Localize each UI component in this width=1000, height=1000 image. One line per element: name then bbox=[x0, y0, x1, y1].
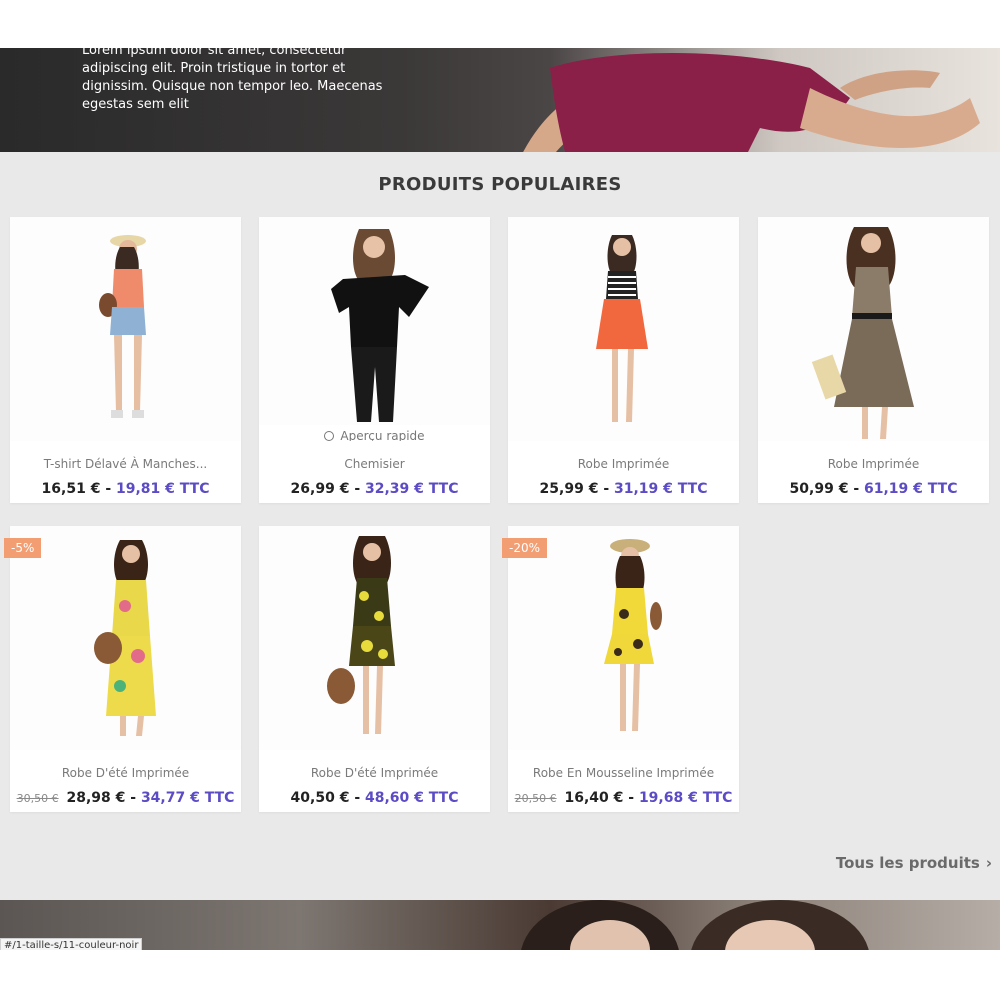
product-name[interactable]: Robe Imprimée bbox=[758, 457, 989, 471]
product-card[interactable]: Robe D'été Imprimée 40,50 € - 48,60 € TT… bbox=[259, 526, 490, 812]
price: 26,99 € bbox=[290, 481, 350, 497]
price: 16,40 € bbox=[564, 790, 624, 806]
hero-model-image bbox=[523, 53, 980, 152]
product-price: 16,51 € - 19,81 € TTC bbox=[10, 481, 241, 497]
status-bar-url: #/1-taille-s/11-couleur-noir bbox=[0, 938, 143, 950]
search-icon bbox=[324, 431, 335, 441]
all-products-label: Tous les produits bbox=[835, 854, 980, 872]
product-price: 20,50 € 16,40 € - 19,68 € TTC bbox=[508, 790, 739, 806]
all-products-link[interactable]: Tous les produits › bbox=[836, 854, 992, 872]
product-price: 26,99 € - 32,39 € TTC bbox=[259, 481, 490, 497]
product-card[interactable]: T-shirt Délavé À Manches... 16,51 € - 19… bbox=[10, 217, 241, 503]
quick-view-label: Aperçu rapide bbox=[340, 429, 425, 441]
price-separator: - bbox=[603, 481, 610, 497]
price-ttc: 19,68 € TTC bbox=[638, 790, 733, 806]
product-name[interactable]: Robe D'été Imprimée bbox=[259, 766, 490, 780]
quick-view-button[interactable]: Aperçu rapide bbox=[259, 425, 490, 441]
discount-badge: -5% bbox=[4, 538, 42, 558]
product-card[interactable]: Aperçu rapide Chemisier 26,99 € - 32,39 … bbox=[259, 217, 490, 503]
product-price: 30,50 € 28,98 € - 34,77 € TTC bbox=[10, 790, 241, 806]
hero-text: Lorem ipsum dolor sit amet, consectetur … bbox=[82, 48, 383, 112]
old-price: 30,50 € bbox=[16, 792, 59, 805]
product-image[interactable] bbox=[10, 526, 241, 750]
model-figure bbox=[99, 235, 146, 418]
old-price: 20,50 € bbox=[514, 792, 557, 805]
model-figure bbox=[94, 540, 156, 736]
bottom-banner-image bbox=[521, 900, 869, 950]
price: 25,99 € bbox=[539, 481, 599, 497]
product-name[interactable]: Robe En Mousseline Imprimée bbox=[508, 766, 739, 780]
bottom-banner[interactable] bbox=[0, 900, 1000, 950]
model-figure bbox=[331, 229, 429, 422]
product-price: 40,50 € - 48,60 € TTC bbox=[259, 790, 490, 806]
model-figure bbox=[604, 539, 662, 731]
product-card[interactable]: -20% Robe En Mousseline Imprimée 20,50 €… bbox=[502, 526, 739, 812]
price-separator: - bbox=[354, 481, 361, 497]
chevron-right-icon: › bbox=[985, 854, 992, 872]
product-price: 25,99 € - 31,19 € TTC bbox=[508, 481, 739, 497]
model-figure bbox=[596, 235, 648, 422]
product-image[interactable] bbox=[10, 217, 241, 441]
price-separator: - bbox=[354, 790, 361, 806]
price-separator: - bbox=[853, 481, 860, 497]
product-image[interactable] bbox=[259, 526, 490, 750]
product-name[interactable]: T-shirt Délavé À Manches... bbox=[10, 457, 241, 471]
product-card[interactable]: -5% Robe D'été Imprimée 30,50 € 28,98 € … bbox=[4, 526, 241, 812]
price-ttc: 32,39 € TTC bbox=[365, 481, 459, 497]
model-figure bbox=[811, 227, 914, 439]
price-separator: - bbox=[130, 790, 137, 806]
price: 50,99 € bbox=[789, 481, 849, 497]
page-frame: Lorem ipsum dolor sit amet, consectetur … bbox=[0, 48, 1000, 950]
product-image[interactable] bbox=[508, 526, 739, 750]
product-image[interactable]: Aperçu rapide bbox=[259, 217, 490, 441]
price: 28,98 € bbox=[66, 790, 126, 806]
price-ttc: 61,19 € TTC bbox=[864, 481, 958, 497]
product-image[interactable] bbox=[508, 217, 739, 441]
price: 40,50 € bbox=[290, 790, 350, 806]
price-ttc: 48,60 € TTC bbox=[365, 790, 459, 806]
section-title: PRODUITS POPULAIRES bbox=[378, 174, 622, 195]
product-name[interactable]: Chemisier bbox=[259, 457, 490, 471]
product-name[interactable]: Robe D'été Imprimée bbox=[10, 766, 241, 780]
discount-badge: -20% bbox=[502, 538, 548, 558]
price-separator: - bbox=[105, 481, 112, 497]
price-ttc: 19,81 € TTC bbox=[116, 481, 210, 497]
product-image[interactable] bbox=[758, 217, 989, 441]
price-ttc: 34,77 € TTC bbox=[140, 790, 235, 806]
price: 16,51 € bbox=[41, 481, 101, 497]
price-separator: - bbox=[628, 790, 635, 806]
price-ttc: 31,19 € TTC bbox=[614, 481, 708, 497]
model-figure bbox=[327, 536, 395, 734]
product-name[interactable]: Robe Imprimée bbox=[508, 457, 739, 471]
product-price: 50,99 € - 61,19 € TTC bbox=[758, 481, 989, 497]
product-card[interactable]: Robe Imprimée 25,99 € - 31,19 € TTC bbox=[508, 217, 739, 503]
product-card[interactable]: Robe Imprimée 50,99 € - 61,19 € TTC bbox=[758, 217, 989, 503]
hero-banner[interactable]: Lorem ipsum dolor sit amet, consectetur … bbox=[0, 48, 1000, 152]
